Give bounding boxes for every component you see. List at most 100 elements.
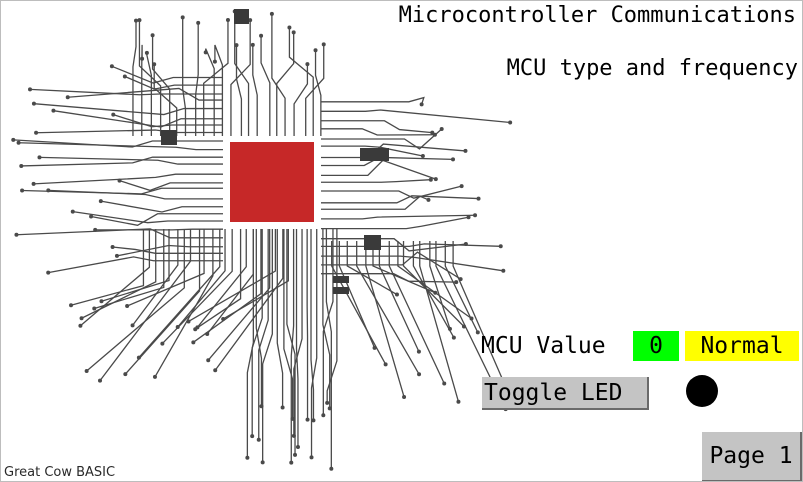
circuit-trace: [36, 129, 223, 134]
led-indicator: [686, 375, 718, 407]
trace-pad: [291, 30, 296, 35]
trace-pad: [221, 316, 226, 321]
circuit-trace: [235, 45, 243, 136]
trace-pad: [394, 292, 399, 297]
circuit-traces: [11, 9, 513, 471]
component-block: [364, 235, 381, 250]
mcu-value-display: 0: [633, 331, 679, 361]
trace-pad: [123, 372, 128, 377]
trace-pad: [203, 50, 208, 55]
trace-pad: [325, 400, 330, 405]
component-block: [234, 9, 249, 24]
trace-pad: [78, 323, 83, 328]
circuit-trace: [119, 180, 223, 192]
circuit-trace: [314, 50, 322, 136]
trace-pad: [110, 245, 115, 250]
trace-pad: [250, 42, 255, 47]
circuit-trace: [252, 44, 258, 136]
trace-pad: [508, 120, 513, 125]
trace-pad: [212, 59, 217, 64]
component-block: [161, 130, 177, 145]
trace-pad: [191, 340, 196, 345]
circuit-trace: [276, 229, 284, 408]
trace-pad: [31, 181, 36, 186]
trace-pad: [419, 102, 424, 107]
trace-pad: [134, 18, 139, 23]
trace-pad: [280, 405, 285, 410]
app-screen: Microcontroller Communications MCU type …: [0, 0, 803, 482]
trace-pad: [180, 15, 185, 20]
trace-pad: [46, 270, 51, 275]
circuit-trace: [100, 200, 223, 213]
trace-pad: [372, 345, 377, 350]
trace-pad: [321, 42, 326, 47]
trace-pad: [426, 197, 431, 202]
trace-pad: [454, 280, 459, 285]
mcu-value-fields: 0 Normal: [481, 331, 801, 361]
trace-pad: [144, 50, 149, 55]
trace-pad: [160, 341, 165, 346]
circuit-trace: [288, 27, 314, 136]
trace-pad: [289, 460, 294, 465]
circuit-trace: [48, 256, 223, 274]
circuit-trace: [321, 243, 501, 248]
circuit-trace: [271, 13, 286, 136]
toggle-led-button[interactable]: Toggle LED: [482, 377, 649, 410]
trace-pad: [309, 455, 314, 460]
component-block: [360, 148, 389, 161]
trace-pad: [439, 127, 444, 132]
trace-pad: [321, 413, 326, 418]
trace-pad: [213, 368, 218, 373]
circuit-trace: [230, 20, 251, 136]
circuit-trace: [321, 96, 425, 105]
brand-footer: Great Cow BASIC: [4, 465, 116, 480]
trace-pad: [416, 349, 421, 354]
trace-pad: [195, 325, 200, 330]
circuit-trace: [48, 189, 223, 200]
trace-pad: [137, 18, 142, 23]
trace-pad: [14, 232, 19, 237]
circuit-trace: [132, 20, 137, 136]
trace-pad: [442, 381, 447, 386]
trace-pad: [125, 304, 130, 309]
trace-pad: [329, 466, 334, 471]
trace-pad: [287, 25, 292, 30]
trace-pad: [459, 184, 464, 189]
circuit-trace: [205, 48, 215, 136]
circuit-trace: [113, 114, 223, 128]
circuit-trace: [321, 159, 437, 180]
trace-pad: [37, 155, 42, 160]
trace-pad: [122, 74, 127, 79]
circuit-trace: [16, 228, 223, 239]
circuit-trace: [321, 195, 479, 204]
trace-pad: [186, 319, 191, 324]
trace-pad: [402, 394, 407, 399]
trace-pad: [456, 399, 461, 404]
circuit-trace: [258, 229, 269, 440]
trace-pad: [475, 330, 480, 335]
circuit-trace: [429, 241, 451, 330]
trace-pad: [70, 209, 75, 214]
circuit-trace: [138, 20, 162, 136]
page-button[interactable]: Page 1: [702, 432, 802, 481]
circuit-trace: [295, 229, 299, 448]
circuit-brain-image: [11, 9, 513, 471]
trace-pad: [20, 188, 25, 193]
trace-pad: [79, 316, 84, 321]
trace-pad: [383, 362, 388, 367]
trace-pad: [305, 417, 310, 422]
circuit-trace: [112, 246, 223, 254]
trace-pad: [473, 213, 478, 218]
trace-pad: [498, 244, 503, 249]
trace-pad: [111, 112, 116, 117]
circuit-trace: [321, 214, 476, 220]
trace-pad: [463, 148, 468, 153]
trace-pad: [152, 62, 157, 67]
cpu-chip: [230, 142, 314, 222]
trace-pad: [150, 33, 155, 38]
circuit-trace: [310, 229, 318, 458]
circuit-trace: [260, 35, 271, 136]
circuit-trace: [321, 255, 504, 272]
trace-pad: [152, 374, 157, 379]
trace-pad: [114, 253, 119, 258]
